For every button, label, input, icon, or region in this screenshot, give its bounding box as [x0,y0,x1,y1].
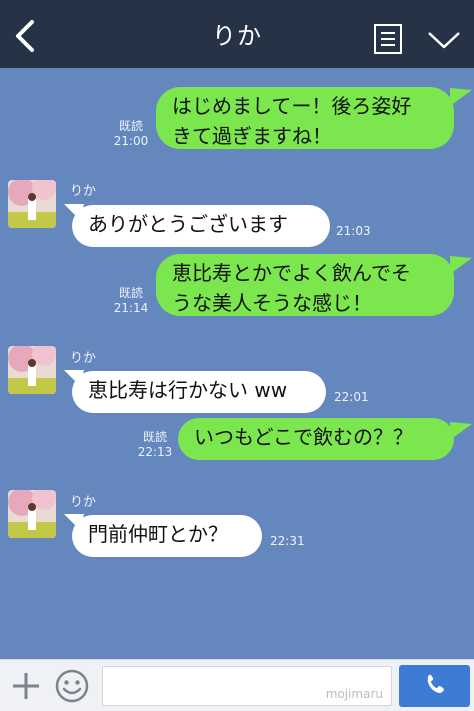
message-text: 恵比寿とかでよく飲んでそ [172,261,411,285]
sender-name: りか [70,184,97,199]
avatar-image [8,490,56,538]
message-text: うな美人そうな感じ！ [172,291,372,315]
message-text: はじめましてー！後ろ姿好 [172,94,412,118]
read-receipt: 既読 [142,430,167,444]
bubble-tail [450,88,472,106]
read-receipt: 既読 [118,286,143,300]
input-bar: mojimaru [0,659,474,711]
timestamp: 21:00 [113,134,149,148]
avatar[interactable] [8,180,56,228]
timestamp: 21:14 [113,301,149,315]
chat-area[interactable]: はじめましてー！後ろ姿好 きて過ぎますね！ 既読 21:00 りか ありがとうご… [0,68,474,659]
smiley-icon [55,669,89,703]
avatar-image [8,346,56,394]
menu-button[interactable] [373,23,403,55]
received-message[interactable]: 門前仲町とか？ [72,515,262,557]
call-button[interactable] [399,665,470,707]
sender-name: りか [70,495,97,510]
timestamp: 22:01 [334,390,369,404]
received-message[interactable]: 恵比寿は行かない ww [72,371,326,413]
message-text: いつもどこで飲むの？？ [194,425,413,449]
avatar[interactable] [8,490,56,538]
received-message[interactable]: ありがとうございます [72,205,330,247]
timestamp: 21:03 [336,224,371,238]
message-meta: 既読 22:13 [132,430,178,460]
avatar-image [8,180,56,228]
message-text: きて過ぎますね！ [172,124,332,148]
sent-message[interactable]: 恵比寿とかでよく飲んでそ うな美人そうな感じ！ [156,254,454,316]
message-meta: 既読 21:00 [108,119,154,149]
timestamp: 22:31 [270,534,305,548]
add-button[interactable] [10,670,42,702]
phone-icon [427,674,444,694]
message-text: 門前仲町とか？ [88,522,228,546]
timestamp: 22:13 [137,445,173,459]
avatar[interactable] [8,346,56,394]
message-text: 恵比寿は行かない ww [88,378,288,402]
sender-name: りか [70,351,97,366]
list-menu-icon [374,24,402,54]
watermark: mojimaru [325,687,383,701]
chat-header: りか [0,0,474,68]
message-meta: 既読 21:14 [108,286,154,316]
chevron-down-icon [428,32,460,49]
read-receipt: 既読 [118,119,143,133]
sent-message[interactable]: はじめましてー！後ろ姿好 きて過ぎますね！ [156,87,454,149]
plus-icon [13,673,39,699]
dropdown-button[interactable] [426,26,462,54]
emoji-button[interactable] [54,668,90,704]
message-input[interactable]: mojimaru [102,666,392,706]
sent-message[interactable]: いつもどこで飲むの？？ [178,418,454,460]
message-text: ありがとうございます [88,212,288,236]
